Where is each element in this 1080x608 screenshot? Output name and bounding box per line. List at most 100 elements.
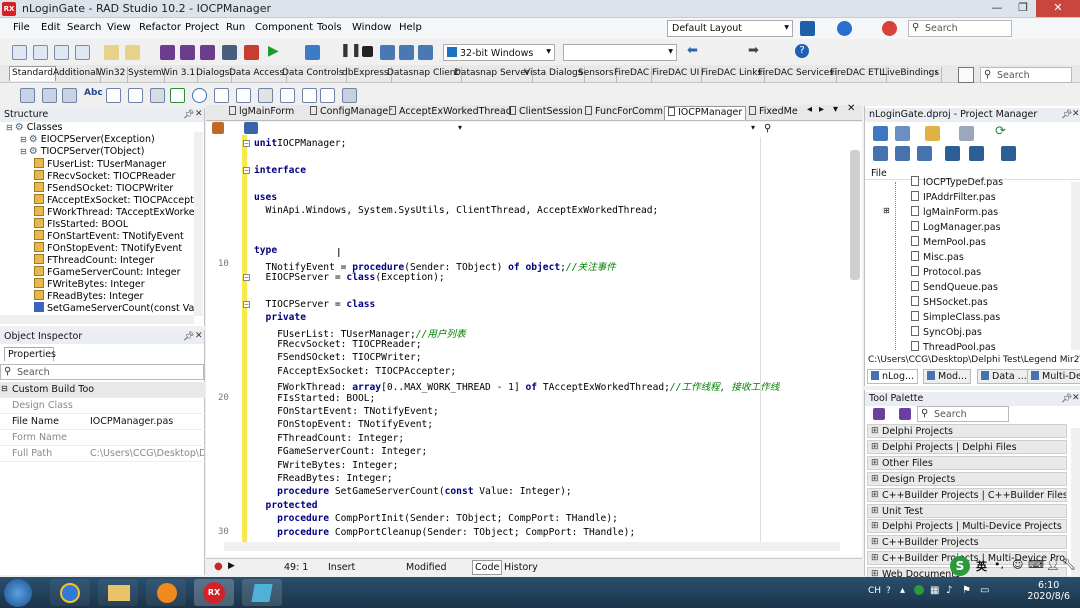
project-file-item[interactable]: LogManager.pas [911, 221, 1001, 233]
display-icon[interactable]: ▭ [980, 585, 989, 596]
palette-tab-data-controls[interactable]: Data Controls [280, 67, 347, 82]
memo-component-icon[interactable] [128, 88, 143, 103]
pause-icon[interactable]: ❚❚ [340, 43, 362, 58]
palette-tab-standard[interactable]: Standard [9, 66, 56, 81]
close-panel-icon[interactable]: ✕ [195, 331, 203, 341]
editor-vscrollbar[interactable] [850, 150, 860, 280]
menu-view[interactable]: View [107, 22, 131, 33]
checkbox-component-icon[interactable] [170, 88, 185, 103]
sync-icon[interactable] [945, 146, 960, 161]
menu-refactor[interactable]: Refactor [139, 22, 181, 33]
project-file-item[interactable]: Misc.pas [911, 251, 964, 263]
property-row[interactable]: Full Path C:\Users\CCG\Desktop\Delphi [0, 446, 205, 462]
project-bottom-tab[interactable]: nLog... [867, 369, 919, 384]
new-form-icon[interactable] [54, 45, 69, 60]
structure-node[interactable]: FOnStartEvent: TNotifyEvent [34, 230, 184, 242]
palette-filter-icon[interactable] [899, 408, 911, 420]
menu-edit[interactable]: Edit [41, 22, 60, 33]
tool-palette-category[interactable]: ⊞ Delphi Projects [867, 424, 1067, 438]
moon-icon[interactable] [837, 21, 852, 36]
listbox-component-icon[interactable] [214, 88, 229, 103]
open-project-icon[interactable] [125, 45, 140, 60]
palette-tab-dbexpress[interactable]: dbExpress [340, 67, 392, 82]
tool-palette-category[interactable]: ⊞ C++Builder Projects | C++Builder Files [867, 487, 1067, 502]
editor-tab-fixedme[interactable]: FixedMe [746, 106, 801, 120]
save-all-icon[interactable] [180, 45, 195, 60]
start-button-icon[interactable] [4, 579, 32, 607]
collapse-icon[interactable] [895, 146, 910, 161]
project-bottom-tab[interactable]: Mod... [923, 369, 972, 384]
tool-palette-vscrollbar[interactable] [1071, 428, 1080, 576]
ime-user-icon[interactable]: 👤︎ [1046, 558, 1060, 571]
code-line[interactable]: procedure SetGameServerCount(const Value… [254, 486, 572, 497]
fold-toggle-icon[interactable]: − [243, 140, 250, 147]
combobox-component-icon[interactable] [236, 88, 251, 103]
code-line[interactable]: FWorkThread: array[0..MAX_WORK_THREAD - … [254, 379, 779, 393]
scrollbar-component-icon[interactable] [258, 88, 273, 103]
project-file-item[interactable]: IPAddrFilter.pas [911, 191, 996, 203]
maximize-button[interactable]: ❐ [1010, 0, 1036, 17]
record-macro-icon[interactable]: ● [214, 561, 223, 572]
code-editor[interactable]: ▾ ▾ ⚲ − unitIOCPManager; − interface uses Wi… [206, 122, 862, 557]
play-macro-icon[interactable]: ▶ [228, 561, 235, 571]
code-line[interactable]: FWriteBytes: Integer; [254, 460, 398, 471]
project-bottom-tab[interactable]: Multi-De... [1027, 369, 1080, 384]
class-completion-icon[interactable] [212, 122, 224, 134]
sort-icon[interactable] [917, 146, 932, 161]
code-line[interactable]: FRecvSocket: TIOCPReader; [254, 339, 421, 350]
project-file-item[interactable]: SimpleClass.pas [911, 311, 1000, 323]
flag-icon[interactable]: ⚑ [962, 585, 971, 596]
structure-node[interactable]: FUserList: TUserManager [34, 158, 166, 170]
menu-tools[interactable]: Tools [317, 22, 342, 33]
structure-hscrollbar[interactable] [0, 315, 194, 324]
menu-project[interactable]: Project [185, 22, 219, 33]
property-row[interactable]: Form Name [0, 430, 205, 446]
fold-toggle-icon[interactable]: − [243, 274, 250, 281]
taskbar-media-player-icon[interactable] [146, 579, 186, 606]
layout-combo[interactable]: Default Layout ▾ [667, 20, 793, 37]
tool-palette-category[interactable]: ⊞ Design Projects [867, 471, 1067, 486]
popupmenu-component-icon[interactable] [42, 88, 57, 103]
platform-combo[interactable]: 32-bit Windows ▾ [443, 44, 555, 61]
tab-history[interactable]: History [502, 561, 540, 574]
palette-tab-win-3-1[interactable]: Win 3.1 [159, 67, 199, 82]
pin-icon[interactable]: 📌︎ [1061, 394, 1072, 404]
label-component-icon[interactable]: Abc [84, 88, 103, 98]
tab-scroll-right-icon[interactable]: ▸ [819, 104, 824, 115]
fold-toggle-icon[interactable]: − [243, 166, 250, 174]
project-file-item[interactable]: SHSocket.pas [911, 296, 988, 308]
palette-tab-datasnap-client[interactable]: Datasnap Client [385, 67, 463, 82]
ime-mode[interactable]: 英 [976, 558, 987, 574]
palette-tab-firedac-ui[interactable]: FireDAC UI [650, 67, 703, 82]
project-file-item[interactable]: Protocol.pas [911, 266, 981, 278]
ime-logo-icon[interactable]: S [950, 556, 970, 576]
menu-component[interactable]: Component [255, 22, 313, 33]
button-component-icon[interactable] [150, 88, 165, 103]
code-line[interactable]: procedure CompPortCleanup(Sender: TObjec… [254, 527, 635, 538]
editor-tab-iocpmanager[interactable]: IOCPManager [664, 106, 747, 120]
editor-tab-configmanager[interactable]: ConfigManager [307, 106, 395, 120]
system-clock[interactable]: 6:10 2020/8/6 [1027, 580, 1070, 602]
tray-arrow-icon[interactable]: ▴ [900, 585, 905, 596]
taskbar-rad-studio-icon[interactable]: RX [194, 579, 234, 606]
code-line[interactable]: FOnStopEvent: TNotifyEvent; [254, 419, 433, 430]
code-line[interactable]: FSendSOcket: TIOCPWriter; [254, 352, 421, 363]
language-indicator[interactable]: CH [868, 586, 881, 596]
menu-file[interactable]: File [13, 22, 30, 33]
structure-node[interactable]: FWriteBytes: Integer [34, 278, 145, 290]
structure-node[interactable]: FSendSOcket: TIOCPWriter [34, 182, 173, 194]
trace-into-icon[interactable] [399, 45, 414, 60]
structure-node[interactable]: ⊟ ⚙ EIOCPServer(Exception) [20, 134, 155, 145]
structure-vscrollbar[interactable] [194, 132, 203, 316]
tree-expander-icon[interactable]: ⊟ [20, 147, 27, 156]
tool-palette-category[interactable]: ⊞ C++Builder Projects [867, 535, 1067, 550]
palette-tab-firedac[interactable]: FireDAC [612, 67, 653, 82]
run-without-debug-icon[interactable] [305, 45, 320, 60]
radiogroup-component-icon[interactable] [302, 88, 317, 103]
palette-tab-sensors[interactable]: Sensors [576, 67, 617, 82]
tab-scroll-left-icon[interactable]: ◂ [807, 104, 812, 115]
pin-icon[interactable]: 📌︎ [183, 332, 194, 342]
tab-properties[interactable]: Properties [4, 347, 56, 361]
collapse-icon[interactable]: ⊟ [1, 384, 8, 393]
property-value[interactable]: C:\Users\CCG\Desktop\Delphi [90, 448, 204, 459]
